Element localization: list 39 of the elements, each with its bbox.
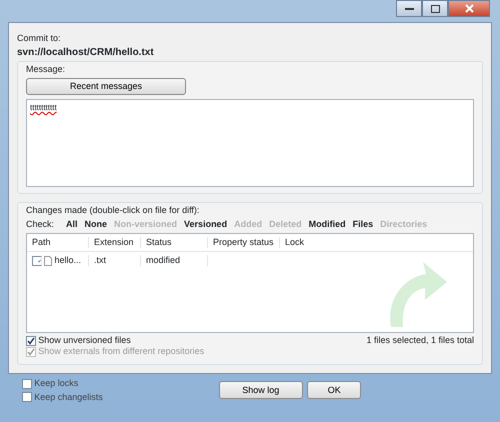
message-text: tttttttttttt xyxy=(30,103,57,112)
close-icon xyxy=(464,4,474,13)
filter-link[interactable]: Versioned xyxy=(184,218,228,230)
column-header[interactable]: Extension xyxy=(89,236,141,248)
selection-summary: 1 files selected, 1 files total xyxy=(366,335,474,347)
option-label: Show unversioned files xyxy=(38,335,131,346)
close-button[interactable] xyxy=(448,0,490,17)
file-icon xyxy=(44,256,52,266)
filter-link[interactable]: None xyxy=(84,218,108,230)
commit-to-label: Commit to: xyxy=(17,33,62,44)
column-header[interactable]: Path xyxy=(27,236,89,248)
filter-link[interactable]: Modified xyxy=(308,218,346,230)
dialog-button[interactable]: OK xyxy=(307,381,362,400)
option-label: Show externals from different repositories xyxy=(38,346,204,358)
column-header[interactable]: Lock xyxy=(280,236,473,248)
column-header[interactable]: Property status xyxy=(208,236,280,248)
dialog-button[interactable]: Show log xyxy=(218,381,303,400)
message-label: Message: xyxy=(26,64,66,76)
filter-link[interactable]: All xyxy=(66,218,78,230)
option-label: Keep locks xyxy=(34,378,78,390)
table-cell: .txt xyxy=(89,255,141,266)
table-cell: modified xyxy=(141,255,208,266)
changes-label: Changes made (double-click on file for diff): xyxy=(26,205,200,216)
repository-url: svn://localhost/CRM/hello.txt xyxy=(17,46,155,59)
message-field[interactable]: tttttttttttt xyxy=(26,99,474,187)
recent-messages-button[interactable]: Recent messages xyxy=(26,78,186,95)
check-label: Check: xyxy=(26,218,54,230)
column-header[interactable]: Status xyxy=(141,236,208,248)
maximize-button[interactable] xyxy=(422,0,448,17)
filter-link[interactable]: Files xyxy=(352,218,374,230)
minimize-button[interactable] xyxy=(396,0,422,17)
checkbox[interactable] xyxy=(22,378,32,389)
minimize-icon xyxy=(404,6,414,10)
maximize-icon xyxy=(430,4,440,12)
checkbox[interactable] xyxy=(22,392,32,402)
file-path: hello... xyxy=(54,255,82,266)
checkbox[interactable] xyxy=(32,256,42,266)
option-label: Keep changelists xyxy=(34,392,103,403)
checkbox[interactable] xyxy=(26,336,36,346)
